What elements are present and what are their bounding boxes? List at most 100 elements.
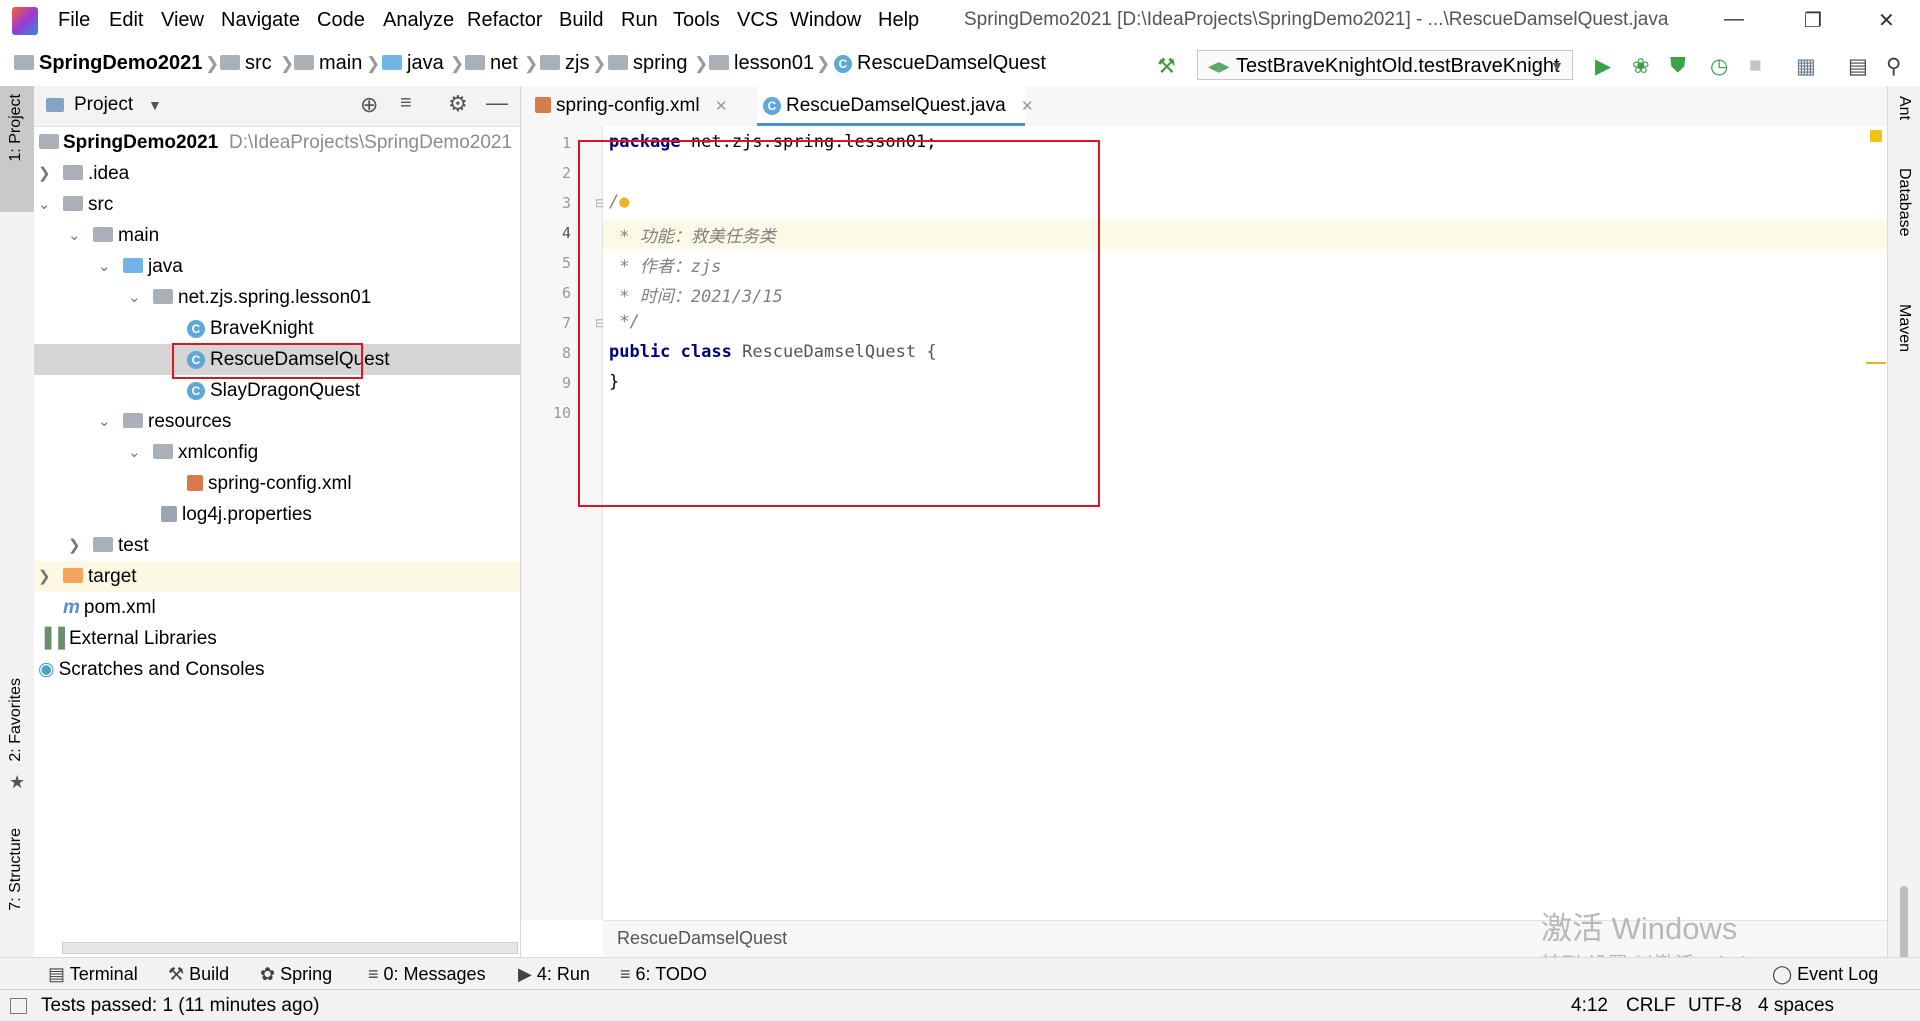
tree-item-pom[interactable]: m pom.xml xyxy=(34,592,520,623)
run-icon[interactable]: ▶ xyxy=(1595,54,1611,79)
chevron-down-icon[interactable]: ⌄ xyxy=(98,406,111,437)
tool-event-log[interactable]: ◯ Event Log xyxy=(1772,964,1878,985)
tool-run[interactable]: ▶ 4: Run xyxy=(518,964,590,985)
menu-vcs[interactable]: VCS xyxy=(737,9,778,32)
highlight-box-tree xyxy=(172,343,363,379)
chevron-down-icon[interactable]: ▼ xyxy=(148,97,162,113)
collapse-all-icon[interactable]: ≡ xyxy=(400,92,412,115)
menu-run[interactable]: Run xyxy=(621,9,658,32)
run-config-dropdown[interactable]: ◀▶ TestBraveKnightOld.testBraveKnight ▼ xyxy=(1197,50,1573,80)
line-number: 3 xyxy=(561,194,571,212)
tool-terminal[interactable]: ▤ Terminal xyxy=(48,964,138,985)
tool-todo[interactable]: ≡ 6: TODO xyxy=(620,964,707,985)
menu-navigate[interactable]: Navigate xyxy=(221,9,300,32)
tab-ant[interactable]: Ant xyxy=(1895,96,1913,120)
tree-item-resources[interactable]: ⌄ resources xyxy=(34,406,520,437)
tree-item-src[interactable]: ⌄ src xyxy=(34,189,520,220)
crumb-main[interactable]: main xyxy=(294,52,362,75)
terminal-toggle-icon[interactable]: ▤ xyxy=(1848,54,1868,79)
crumb-java[interactable]: java xyxy=(382,52,444,75)
gear-icon[interactable]: ⚙ xyxy=(448,91,468,117)
project-structure-icon[interactable]: ▦ xyxy=(1796,54,1816,79)
tab-project[interactable]: 1: Project xyxy=(7,94,25,162)
line-number: 4 xyxy=(561,224,571,242)
coverage-icon[interactable]: ⛊ xyxy=(1670,54,1686,78)
menu-edit[interactable]: Edit xyxy=(109,9,143,32)
chevron-down-icon[interactable]: ⌄ xyxy=(128,437,141,468)
tree-item-idea[interactable]: ❯ .idea xyxy=(34,158,520,189)
chevron-down-icon[interactable]: ⌄ xyxy=(98,251,111,282)
profile-icon[interactable]: ◷ xyxy=(1710,54,1728,79)
tree-item-java[interactable]: ⌄ java xyxy=(34,251,520,282)
right-tool-strip: Ant Database Maven xyxy=(1887,86,1920,989)
status-message[interactable]: Tests passed: 1 (11 minutes ago) xyxy=(41,995,319,1017)
debug-icon[interactable]: ❀ xyxy=(1632,54,1650,79)
inspection-status-icon[interactable] xyxy=(1870,130,1882,142)
stop-icon[interactable]: ■ xyxy=(1749,54,1762,78)
tree-item-target[interactable]: ❯ target xyxy=(34,561,520,592)
file-encoding[interactable]: UTF-8 xyxy=(1688,995,1742,1017)
hide-panel-icon[interactable]: — xyxy=(486,90,508,116)
horizontal-scrollbar[interactable] xyxy=(62,942,518,954)
crumb-project[interactable]: SpringDemo2021 xyxy=(14,52,202,75)
locate-icon[interactable]: ⊕ xyxy=(360,92,378,118)
menu-code[interactable]: Code xyxy=(317,9,365,32)
tree-item-log4j[interactable]: log4j.properties xyxy=(34,499,520,530)
crumb-lesson01[interactable]: lesson01 xyxy=(709,52,814,75)
tab-favorites[interactable]: 2: Favorites xyxy=(7,678,25,762)
close-tab-icon[interactable]: ✕ xyxy=(715,98,728,115)
menu-build[interactable]: Build xyxy=(559,9,603,32)
restore-icon[interactable]: ❐ xyxy=(1804,8,1822,33)
indent-setting[interactable]: 4 spaces xyxy=(1758,995,1834,1017)
tab-maven[interactable]: Maven xyxy=(1895,304,1913,352)
tree-item-scratches[interactable]: ◉ Scratches and Consoles xyxy=(34,654,520,685)
menu-file[interactable]: File xyxy=(58,9,90,32)
close-tab-icon[interactable]: ✕ xyxy=(1021,98,1034,115)
tab-rescuedamselquest[interactable]: C RescueDamselQuest.java ✕ xyxy=(757,86,1034,126)
tree-item-package[interactable]: ⌄ net.zjs.spring.lesson01 xyxy=(34,282,520,313)
tree-item-main[interactable]: ⌄ main xyxy=(34,220,520,251)
chevron-down-icon[interactable]: ⌄ xyxy=(68,220,81,251)
line-separator[interactable]: CRLF xyxy=(1626,995,1676,1017)
code-editor[interactable]: package net.zjs.spring.lesson01; /● * 功能… xyxy=(578,126,1887,920)
search-icon[interactable]: ⚲ xyxy=(1886,54,1901,79)
menu-tools[interactable]: Tools xyxy=(673,9,720,32)
chevron-down-icon[interactable]: ⌄ xyxy=(38,189,51,220)
tool-messages[interactable]: ≡ 0: Messages xyxy=(368,964,486,985)
chevron-right-icon[interactable]: ❯ xyxy=(68,530,81,561)
close-icon[interactable]: ✕ xyxy=(1878,8,1895,33)
tree-item-xmlconfig[interactable]: ⌄ xmlconfig xyxy=(34,437,520,468)
tab-structure[interactable]: 7: Structure xyxy=(7,828,25,911)
breadcrumb-class[interactable]: RescueDamselQuest xyxy=(617,928,787,949)
tree-item-braveknight[interactable]: C BraveKnight xyxy=(34,313,520,344)
crumb-src[interactable]: src xyxy=(220,52,272,75)
tree-item-test[interactable]: ❯ test xyxy=(34,530,520,561)
menu-window[interactable]: Window xyxy=(790,9,861,32)
project-view-label[interactable]: Project xyxy=(74,94,133,116)
tab-database[interactable]: Database xyxy=(1895,168,1913,237)
crumb-net[interactable]: net xyxy=(465,52,518,75)
menu-analyze[interactable]: Analyze xyxy=(383,9,454,32)
tree-item-spring-config[interactable]: spring-config.xml xyxy=(34,468,520,499)
tree-root[interactable]: SpringDemo2021 D:\IdeaProjects\SpringDem… xyxy=(34,127,520,158)
tool-build[interactable]: ⚒ Build xyxy=(168,964,229,985)
menu-view[interactable]: View xyxy=(161,9,204,32)
chevron-right-icon[interactable]: ❯ xyxy=(38,158,51,189)
tab-spring-config[interactable]: spring-config.xml ✕ xyxy=(535,86,757,126)
tool-spring[interactable]: ✿ Spring xyxy=(260,964,332,985)
chevron-down-icon[interactable]: ⌄ xyxy=(128,282,141,313)
chevron-right-icon[interactable]: ❯ xyxy=(38,561,51,592)
crumb-spring[interactable]: spring xyxy=(608,52,687,75)
caret-position[interactable]: 4:12 xyxy=(1571,995,1608,1017)
scroll-marker[interactable] xyxy=(1866,362,1886,364)
scrollbar-thumb[interactable] xyxy=(1900,886,1908,966)
crumb-zjs[interactable]: zjs xyxy=(540,52,589,75)
menu-help[interactable]: Help xyxy=(878,9,919,32)
tree-item-slaydragonquest[interactable]: C SlayDragonQuest xyxy=(34,375,520,406)
crumb-class[interactable]: C RescueDamselQuest xyxy=(834,52,1046,75)
minimize-icon[interactable]: — xyxy=(1724,8,1744,31)
tree-item-external-libraries[interactable]: ▐▐ External Libraries xyxy=(34,623,520,654)
toggle-tool-windows-icon[interactable] xyxy=(10,998,27,1014)
menu-refactor[interactable]: Refactor xyxy=(467,9,543,32)
build-hammer-icon[interactable]: ⚒ xyxy=(1157,54,1176,79)
